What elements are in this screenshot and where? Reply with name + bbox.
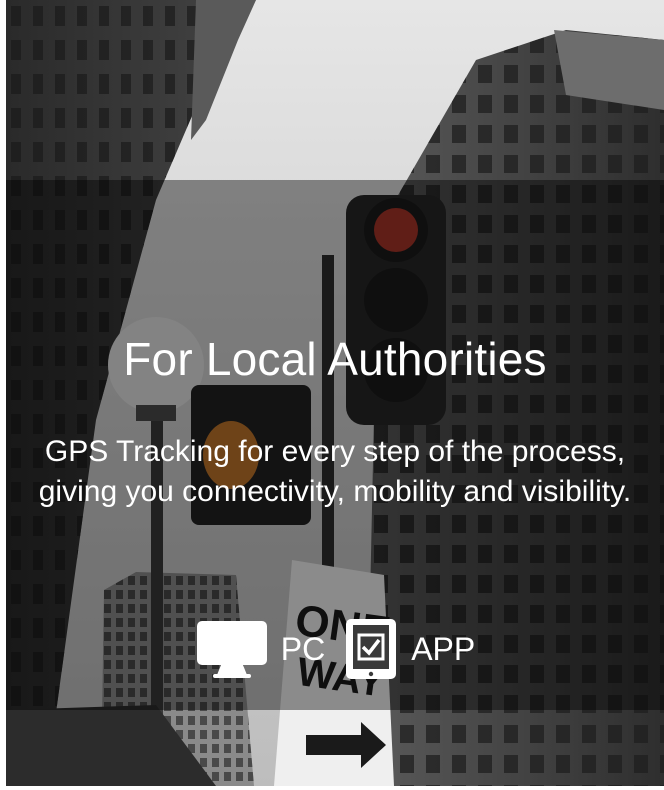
platform-pc[interactable]: PC [195, 619, 325, 679]
authorities-card[interactable]: ONE WAY For Local Authorities GPS Tracki… [6, 0, 664, 786]
platform-app[interactable]: APP [343, 617, 475, 681]
tablet-check-icon [346, 619, 397, 679]
page-title: For Local Authorities [123, 333, 547, 385]
platform-list: PC APP [6, 614, 664, 684]
hero-description: GPS Tracking for every step of the proce… [38, 435, 632, 508]
monitor-icon [196, 621, 267, 678]
hero-content: For Local Authorities GPS Tracking for e… [6, 180, 664, 710]
platform-pc-label: PC [280, 631, 326, 667]
platform-app-label: APP [411, 631, 476, 667]
